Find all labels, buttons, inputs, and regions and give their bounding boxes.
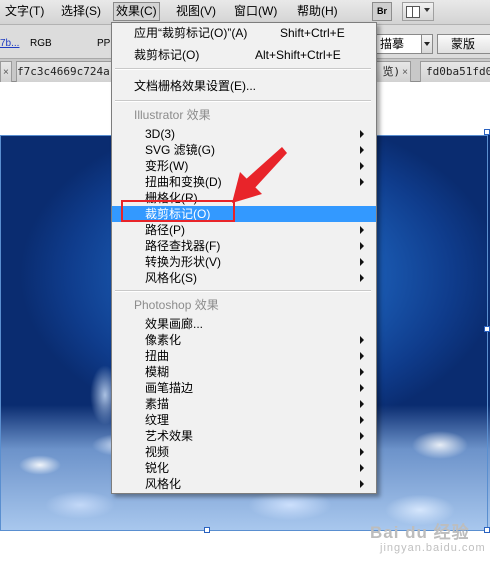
- watermark-site: jingyan.baidu.com: [380, 542, 486, 554]
- watermark-brand: Bai du 经验: [370, 523, 470, 542]
- annotation-arrow-icon: [232, 147, 287, 203]
- baidu-jingyan-watermark: Bai du 经验 jingyan.baidu.com: [370, 518, 485, 558]
